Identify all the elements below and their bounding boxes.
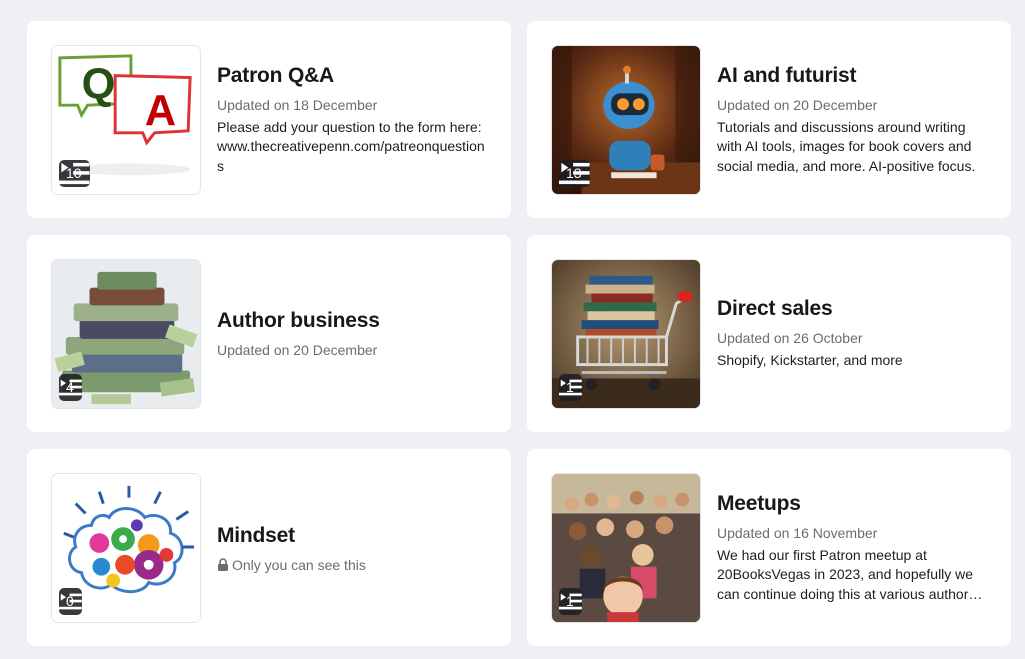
- list-icon: [59, 379, 82, 395]
- collections-grid: Q A 10 Patron Q&A Updated on 18 December…: [27, 21, 1011, 646]
- collection-updated: Updated on 20 December: [217, 342, 378, 358]
- collection-info: Author business Updated on 20 December: [217, 308, 487, 359]
- post-count-badge: 1: [559, 587, 582, 615]
- collection-description: Shopify, Kickstarter, and more: [717, 352, 903, 369]
- collection-info: Direct sales Updated on 26 October Shopi…: [717, 296, 987, 371]
- collection-card-patron-qa[interactable]: Q A 10 Patron Q&A Updated on 18 December…: [27, 21, 511, 218]
- collection-info: AI and futurist Updated on 20 December T…: [717, 63, 987, 177]
- svg-text:A: A: [145, 86, 176, 134]
- list-icon: [559, 593, 582, 609]
- collection-title[interactable]: Direct sales: [717, 296, 987, 322]
- post-count-badge: 0: [59, 587, 82, 615]
- post-count-badge: 4: [59, 373, 82, 401]
- collection-info: Meetups Updated on 16 November We had ou…: [717, 491, 987, 605]
- collection-updated: Updated on 26 October: [717, 330, 863, 347]
- svg-text:Q: Q: [82, 60, 116, 108]
- collection-card-direct-sales[interactable]: 1 Direct sales Updated on 26 October Sho…: [527, 235, 1011, 432]
- collection-title[interactable]: Author business: [217, 308, 487, 334]
- collection-card-author-business[interactable]: 4 Author business Updated on 20 December: [27, 235, 511, 432]
- collection-title[interactable]: Mindset: [217, 523, 487, 549]
- post-count-badge: 10: [59, 159, 90, 187]
- visibility-label: Only you can see this: [232, 556, 366, 573]
- collection-info: Mindset Only you can see this: [217, 523, 487, 573]
- collection-updated: Updated on 16 November: [717, 524, 878, 541]
- collection-thumbnail[interactable]: 0: [51, 472, 201, 623]
- collection-updated: Updated on 20 December: [717, 96, 878, 113]
- collection-thumbnail[interactable]: Q A 10: [51, 44, 201, 195]
- post-count-badge: 13: [559, 159, 590, 187]
- visibility-note: Only you can see this: [217, 557, 487, 573]
- collection-updated: Updated on 18 December: [217, 96, 378, 113]
- collection-description: Please add your question to the form her…: [217, 118, 485, 174]
- collection-info: Patron Q&A Updated on 18 December Please…: [217, 63, 487, 177]
- lock-icon: [218, 558, 228, 571]
- collection-title[interactable]: Meetups: [717, 491, 987, 517]
- collection-title[interactable]: Patron Q&A: [217, 63, 487, 89]
- list-icon: [559, 162, 590, 184]
- list-icon: [59, 162, 90, 184]
- collection-card-ai-futurist[interactable]: 13 AI and futurist Updated on 20 Decembe…: [527, 21, 1011, 218]
- collection-card-mindset[interactable]: 0 Mindset Only you can see this: [27, 449, 511, 646]
- post-count-badge: 1: [559, 373, 582, 401]
- collection-thumbnail[interactable]: 4: [51, 258, 201, 409]
- list-icon: [59, 593, 82, 609]
- collection-card-meetups[interactable]: 1 Meetups Updated on 16 November We had …: [527, 449, 1011, 646]
- collection-thumbnail[interactable]: 1: [551, 472, 701, 623]
- list-icon: [559, 379, 582, 395]
- collection-thumbnail[interactable]: 13: [551, 44, 701, 195]
- collection-title[interactable]: AI and futurist: [717, 63, 987, 89]
- collection-description: Tutorials and discussions around writing…: [717, 118, 976, 174]
- collection-thumbnail[interactable]: 1: [551, 258, 701, 409]
- collection-description: We had our first Patron meetup at 20Book…: [717, 546, 974, 602]
